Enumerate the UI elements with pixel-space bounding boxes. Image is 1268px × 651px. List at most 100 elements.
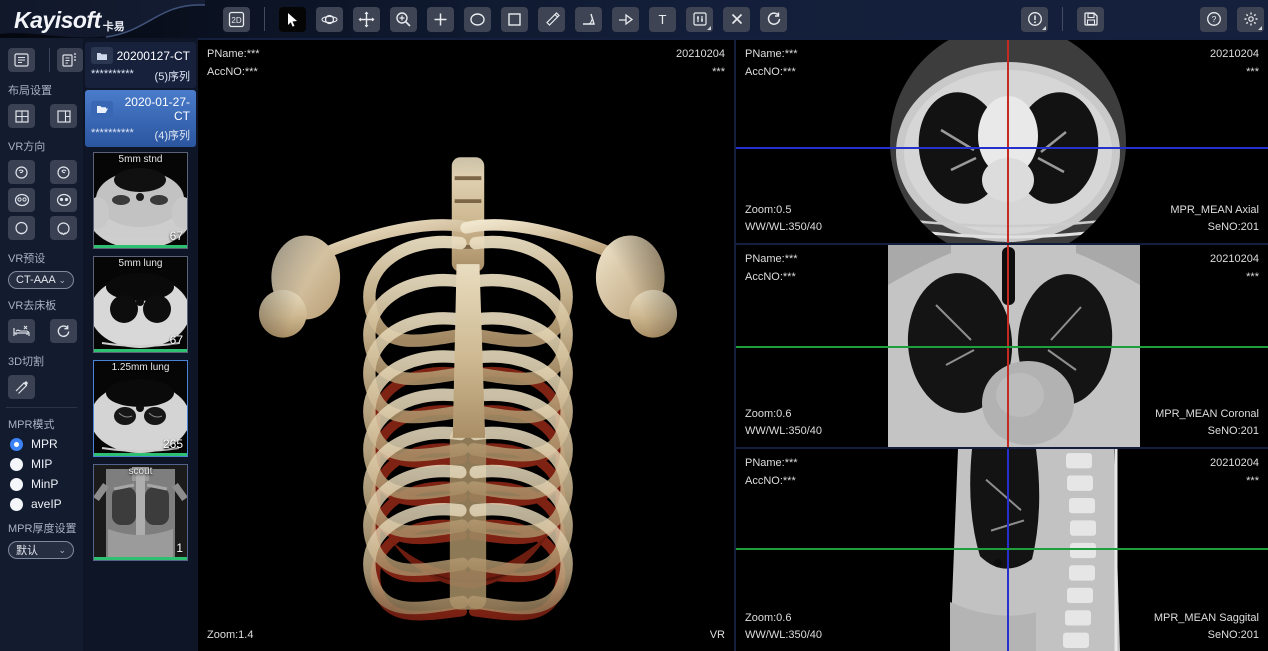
mpr-mode-radio-mpr[interactable]: MPR [0, 434, 83, 454]
cut-3d-label: 3D切割 [0, 347, 83, 371]
vr-viewport[interactable]: PName:*** AccNO:*** 20210204 *** Zoom:1.… [198, 38, 734, 651]
gear-icon [1243, 11, 1259, 27]
layout-right-column-icon [57, 110, 71, 123]
layout-panel-button[interactable] [57, 48, 84, 72]
mode-2d-button[interactable]: 2D [223, 7, 250, 32]
crosshair-horizontal-blue[interactable] [736, 147, 1268, 149]
cursor-icon [285, 12, 300, 27]
rotate-3d-icon [321, 11, 338, 28]
mpr-axial-viewport[interactable]: PName:*** AccNO:*** 20210204 *** Zoom:0.… [736, 40, 1268, 243]
window-level-icon [692, 11, 708, 27]
toolbar-far-right-group: ? [1200, 7, 1264, 32]
toolbar-right-group [1021, 7, 1104, 32]
vr-head-left-button[interactable] [8, 160, 35, 184]
pan-tool-button[interactable] [353, 7, 380, 32]
reset-view-button[interactable] [760, 7, 787, 32]
radio-label: MIP [31, 457, 52, 471]
pname-text: PName:*** [745, 251, 798, 269]
text-annotation-button[interactable]: T [649, 7, 676, 32]
text-tool-icon: T [659, 13, 667, 26]
zoom-in-tool-button[interactable] [390, 7, 417, 32]
folder-open-icon[interactable] [91, 101, 113, 118]
sidebar-divider [6, 407, 77, 408]
grid-2x2-layout-button[interactable] [8, 104, 35, 128]
study-title: 20200127-CT [113, 49, 190, 63]
series-number-text: SeNO:201 [1170, 219, 1259, 237]
vr-head-right-button[interactable] [50, 160, 77, 184]
series-thumbnail-5mm-lung[interactable]: 5mm lung 67 [93, 256, 188, 353]
about-info-button[interactable] [1021, 7, 1048, 32]
mpr-mode-radio-mip[interactable]: MIP [0, 454, 83, 474]
save-button[interactable] [1077, 7, 1104, 32]
measure-tool-button[interactable] [538, 7, 565, 32]
mpr-mode-radio-aveip[interactable]: aveIP [0, 494, 83, 514]
coronal-overlay-zoom: Zoom:0.6 WW/WL:350/40 [745, 406, 822, 441]
remove-bed-button[interactable] [8, 319, 35, 343]
mpr-mode-radio-minp[interactable]: MinP [0, 474, 83, 494]
study-item-2-selected[interactable]: 2020-01-27-CT ********** (4)序列 [85, 90, 196, 147]
accno-text: AccNO:*** [207, 64, 260, 82]
series-thumbnail-scout[interactable]: scout 1 [93, 464, 188, 561]
crosshair-vertical-red[interactable] [1007, 40, 1009, 243]
radio-selected-icon [10, 438, 23, 451]
brand-name-cn: 卡易 [103, 18, 125, 34]
vr-head-top-icon [14, 221, 29, 236]
settings-button[interactable] [1237, 7, 1264, 32]
crosshair-tool-button[interactable] [427, 7, 454, 32]
vr-overlay-zoom: Zoom:1.4 [207, 627, 253, 645]
layout-list-icon [14, 53, 29, 67]
series-thumbnail-5mm-stnd[interactable]: 5mm stnd 67 [93, 152, 188, 249]
help-button[interactable]: ? [1200, 7, 1227, 32]
chevron-down-icon: ⌄ [58, 545, 66, 556]
mpr-coronal-viewport[interactable]: PName:*** AccNO:*** 20210204 *** Zoom:0.… [736, 245, 1268, 447]
delete-annotation-button[interactable] [723, 7, 750, 32]
crosshair-horizontal-green[interactable] [736, 548, 1268, 550]
accno-text: AccNO:*** [745, 473, 798, 491]
layout-list-button[interactable] [8, 48, 35, 72]
reset-icon [56, 324, 71, 339]
sagittal-overlay-date: 20210204 *** [1210, 455, 1259, 490]
radio-icon [10, 458, 23, 471]
mpr-thickness-select[interactable]: 默认 ⌄ [8, 541, 74, 559]
top-toolbar: Kayisoft 卡易 2D [0, 0, 1268, 38]
folder-closed-icon[interactable] [91, 47, 113, 64]
sagittal-overlay-patient: PName:*** AccNO:*** [745, 455, 798, 490]
vr-head-bottom-button[interactable] [50, 216, 77, 240]
window-level-button[interactable] [686, 7, 713, 32]
scalpel-3d-cut-button[interactable] [8, 375, 35, 399]
series-thumbnail-1-25mm-lung[interactable]: 1.25mm lung 265 [93, 360, 188, 457]
thumbnail-label: 5mm lung [94, 258, 187, 269]
rotate-3d-button[interactable] [316, 7, 343, 32]
vr-preset-value: CT-AAA [16, 274, 56, 286]
vr-direction-label: VR方向 [0, 132, 83, 156]
radio-label: MinP [31, 477, 58, 491]
vr-reset-button[interactable] [50, 319, 77, 343]
layout-panel-icon [62, 53, 77, 67]
vr-preset-select[interactable]: CT-AAA ⌄ [8, 271, 74, 289]
ellipse-tool-button[interactable] [464, 7, 491, 32]
vr-face-back-button[interactable] [50, 188, 77, 212]
vr-rendering-ribcage [258, 140, 678, 645]
axial-overlay-date: 20210204 *** [1210, 46, 1259, 81]
vr-head-top-button[interactable] [8, 216, 35, 240]
grid-2x2-icon [15, 110, 29, 123]
mpr-sagittal-viewport[interactable]: PName:*** AccNO:*** 20210204 *** Zoom:0.… [736, 449, 1268, 651]
mpr-thickness-value: 默认 [16, 542, 38, 558]
study-item-1[interactable]: 20200127-CT ********** (5)序列 [85, 42, 196, 88]
cursor-tool-button[interactable] [279, 7, 306, 32]
rectangle-tool-button[interactable] [501, 7, 528, 32]
vr-overlay-mode: VR [710, 627, 725, 645]
window-level-text: WW/WL:350/40 [745, 423, 822, 441]
angle-tool-button[interactable] [575, 7, 602, 32]
layout-right-column-button[interactable] [50, 104, 77, 128]
study-date-text: 20210204 [1210, 46, 1259, 64]
crosshair-horizontal-green[interactable] [736, 346, 1268, 348]
svg-text:2D: 2D [231, 16, 241, 25]
mpr-thickness-label: MPR厚度设置 [0, 514, 83, 538]
arrow-annotation-button[interactable] [612, 7, 639, 32]
thumbnail-image-count: 67 [170, 333, 183, 347]
thumbnail-image-count: 1 [176, 541, 183, 555]
crosshair-vertical-blue[interactable] [1007, 449, 1009, 651]
vr-face-front-button[interactable] [8, 188, 35, 212]
vr-face-back-icon [56, 193, 72, 207]
